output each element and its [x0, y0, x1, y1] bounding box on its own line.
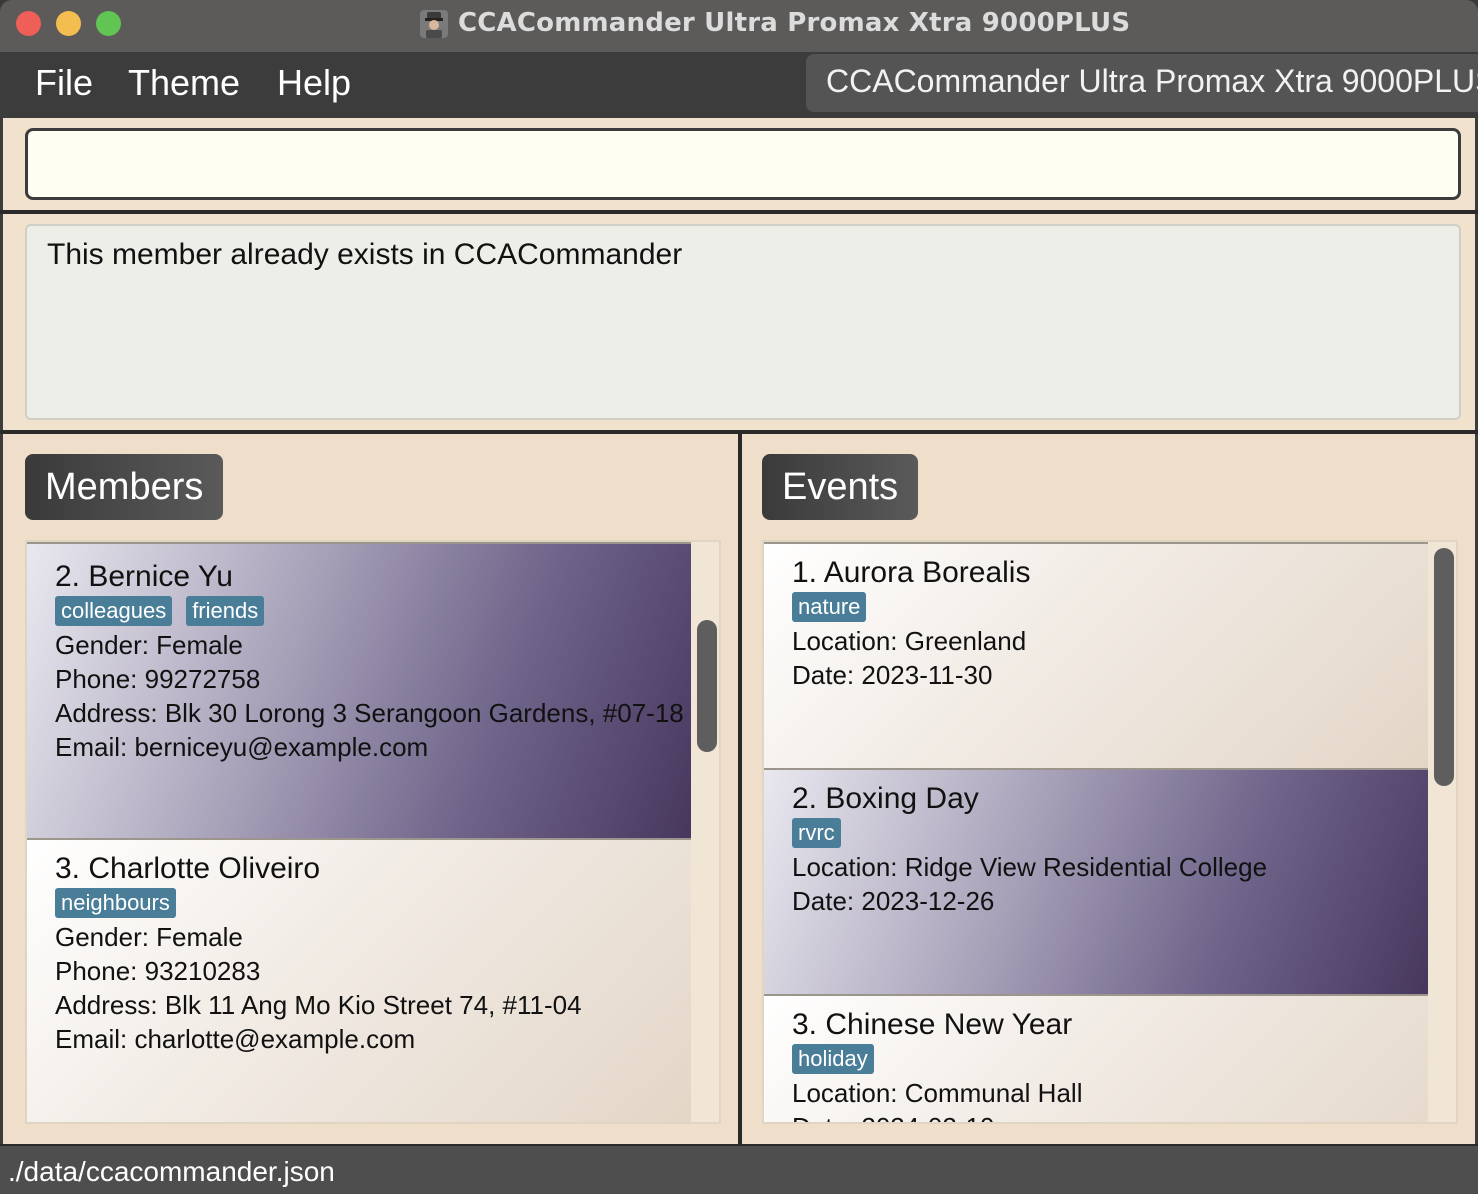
- brand-banner: CCACommander Ultra Promax Xtra 9000PLUS: [806, 54, 1478, 112]
- member-email: Email: charlotte@example.com: [55, 1024, 416, 1054]
- members-header: Members: [25, 454, 224, 520]
- tag: colleagues: [55, 596, 173, 626]
- result-display: This member already exists in CCACommand…: [25, 224, 1461, 420]
- member-name: 2. Bernice Yu: [55, 560, 233, 593]
- event-list[interactable]: 1. Aurora Borealis nature Location: Gree…: [762, 540, 1458, 1124]
- data-file-path: ./data/ccacommander.json: [8, 1156, 335, 1187]
- member-email: Email: berniceyu@example.com: [55, 732, 429, 762]
- close-window-button[interactable]: [16, 11, 41, 36]
- event-date: Date: 2023-11-30: [792, 660, 993, 690]
- title-bar: CCACommander Ultra Promax Xtra 9000PLUS: [0, 0, 1478, 52]
- member-tags: colleagues friends: [55, 596, 265, 626]
- events-header: Events: [762, 454, 919, 520]
- result-message: This member already exists in CCACommand…: [47, 238, 683, 271]
- member-card[interactable]: 2. Bernice Yu colleagues friends Gender:…: [27, 542, 691, 838]
- member-phone: Phone: 99272758: [55, 664, 261, 694]
- event-card[interactable]: 1. Aurora Borealis nature Location: Gree…: [764, 542, 1428, 768]
- status-bar: ./data/ccacommander.json: [0, 1144, 1478, 1194]
- command-input[interactable]: [25, 128, 1461, 200]
- member-tags: neighbours: [55, 888, 176, 918]
- member-list-scrollbar[interactable]: [697, 620, 717, 752]
- tag: rvrc: [792, 818, 841, 848]
- minimize-window-button[interactable]: [56, 11, 81, 36]
- event-date: Date: 2024-02-10: [792, 1112, 994, 1122]
- event-card[interactable]: 2. Boxing Day rvrc Location: Ridge View …: [764, 768, 1428, 994]
- tag: friends: [186, 596, 265, 626]
- member-name: 3. Charlotte Oliveiro: [55, 852, 321, 885]
- menu-theme[interactable]: Theme: [128, 62, 240, 104]
- event-name: 2. Boxing Day: [792, 782, 979, 815]
- event-name: 1. Aurora Borealis: [792, 556, 1031, 589]
- member-list[interactable]: 2. Bernice Yu colleagues friends Gender:…: [25, 540, 721, 1124]
- event-location: Location: Greenland: [792, 626, 1027, 656]
- event-date: Date: 2023-12-26: [792, 886, 995, 916]
- maximize-window-button[interactable]: [96, 11, 121, 36]
- result-area: This member already exists in CCACommand…: [0, 214, 1478, 430]
- app-icon: [420, 10, 448, 38]
- member-address: Address: Blk 11 Ang Mo Kio Street 74, #1…: [55, 990, 582, 1020]
- member-card[interactable]: 3. Charlotte Oliveiro neighbours Gender:…: [27, 838, 691, 1122]
- event-tags: holiday: [792, 1044, 874, 1074]
- event-card[interactable]: 3. Chinese New Year holiday Location: Co…: [764, 994, 1428, 1122]
- menu-file[interactable]: File: [35, 62, 93, 104]
- tag: holiday: [792, 1044, 874, 1074]
- member-gender: Gender: Female: [55, 922, 243, 952]
- event-list-scrollbar[interactable]: [1434, 548, 1454, 786]
- tag: nature: [792, 592, 867, 622]
- member-gender: Gender: Female: [55, 630, 243, 660]
- member-phone: Phone: 93210283: [55, 956, 261, 986]
- event-name: 3. Chinese New Year: [792, 1008, 1073, 1041]
- event-tags: nature: [792, 592, 867, 622]
- menu-help[interactable]: Help: [277, 62, 351, 104]
- window-title: CCACommander Ultra Promax Xtra 9000PLUS: [458, 8, 1131, 38]
- brand-label: CCACommander Ultra Promax Xtra 9000PLUS: [826, 63, 1478, 99]
- event-location: Location: Communal Hall: [792, 1078, 1083, 1108]
- command-area: [0, 118, 1478, 210]
- members-panel: Members 2. Bernice Yu colleagues friends…: [0, 434, 738, 1144]
- tag: neighbours: [55, 888, 176, 918]
- events-panel: Events 1. Aurora Borealis nature Locatio…: [742, 434, 1478, 1144]
- member-address: Address: Blk 30 Lorong 3 Serangoon Garde…: [55, 698, 684, 728]
- event-tags: rvrc: [792, 818, 841, 848]
- event-location: Location: Ridge View Residential College: [792, 852, 1268, 882]
